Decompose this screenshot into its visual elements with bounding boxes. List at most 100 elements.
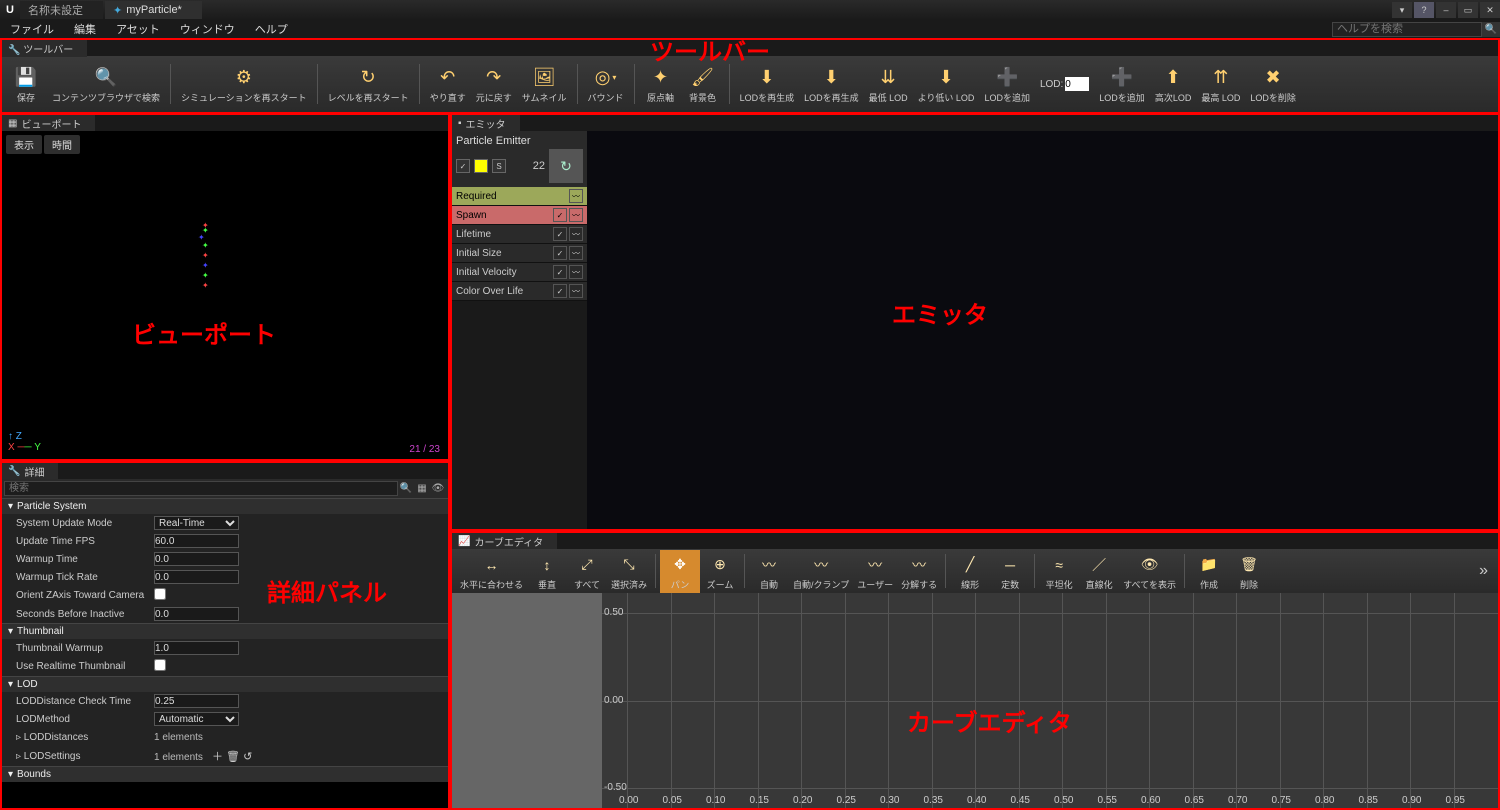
fit-horizontal-button[interactable]: ↔水平に合わせる [456,550,527,593]
property-input[interactable] [154,552,239,566]
lod-field[interactable]: LOD: [1036,75,1093,93]
lowest-lod-button[interactable]: ⇊最低 LOD [865,63,912,106]
curve-icon[interactable]: 〰 [569,265,583,279]
expand-icon[interactable]: » [1473,562,1494,580]
delete-lod-button[interactable]: ✖LODを削除 [1246,63,1300,106]
emitter-module[interactable]: Color Over Life✓〰 [452,282,587,301]
details-category[interactable]: ▾Thumbnail [2,623,448,639]
details-tab[interactable]: 🔧 詳細 [2,463,58,480]
module-toggle[interactable]: ✓ [553,246,567,260]
add-lod2-button[interactable]: ➕LODを追加 [1095,63,1149,106]
restart-level-button[interactable]: ↻レベルを再スタート [324,63,413,106]
fit-vertical-button[interactable]: ↕垂直 [527,550,567,593]
reset-icon[interactable]: ↺ [243,751,252,763]
find-in-cb-button[interactable]: 🔍コンテンツブラウザで検索 [48,63,164,106]
save-button[interactable]: 💾保存 [6,63,46,106]
zoom-button[interactable]: ⊕ズーム [700,550,740,593]
redo-button[interactable]: ↶やり直す [426,63,470,106]
property-select[interactable]: Real-Time [154,516,239,530]
property-checkbox[interactable] [154,588,166,600]
viewport-tab[interactable]: ▦ ビューポート [2,115,95,132]
fit-all-button[interactable]: ⤢すべて [567,550,607,593]
property-checkbox[interactable] [154,659,166,671]
eye-icon[interactable]: 👁 [430,481,446,496]
restart-sim-button[interactable]: ⚙シミュレーションを再スタート [177,63,311,106]
details-category[interactable]: ▾LOD [2,676,448,692]
menu-asset[interactable]: アセット [106,21,170,37]
details-category[interactable]: ▾Bounds [2,766,448,782]
emitter-module[interactable]: Spawn✓〰 [452,206,587,225]
pan-button[interactable]: ✥パン [660,550,700,593]
create-tab-button[interactable]: 📁作成 [1189,550,1229,593]
highest-lod-button[interactable]: ⇈最高 LOD [1197,63,1244,106]
menu-help[interactable]: ヘルプ [245,21,298,37]
break-button[interactable]: 〰分解する [897,550,941,593]
details-category[interactable]: ▾Particle System [2,498,448,514]
bgcolor-button[interactable]: 🖌背景色 [683,63,723,106]
property-input[interactable] [154,694,239,708]
auto-button[interactable]: 〰自動 [749,550,789,593]
emitter-solo-toggle[interactable] [474,159,488,173]
user-button[interactable]: 〰ユーザー [853,550,897,593]
viewport-display-button[interactable]: 表示 [6,135,42,154]
curve-tab[interactable]: 📈 カーブエディタ [452,533,557,550]
close-button[interactable]: ✕ [1480,2,1500,18]
viewport[interactable]: 表示 時間 ✦ ✦ ✦ ✦ ✦ ✦ ✦ ✦ ↑ Z X ── Y [2,131,448,459]
details-search-input[interactable] [4,481,398,496]
maximize-button[interactable]: ▭ [1458,2,1478,18]
straighten-button[interactable]: ／直線化 [1079,550,1119,593]
window-tab[interactable]: 名称未設定 [20,1,103,19]
curve-icon[interactable]: 〰 [569,208,583,222]
add-icon[interactable]: ＋ [212,751,223,763]
curve-icon[interactable]: 〰 [569,227,583,241]
toolbar-tab[interactable]: 🔧 ツールバー [2,40,87,57]
module-toggle[interactable]: ✓ [553,284,567,298]
window-tab[interactable]: ✦myParticle* [105,1,202,19]
curve-grid[interactable]: 0.500.00-0.500.000.050.100.150.200.250.3… [452,593,1498,808]
auto-clamp-button[interactable]: 〰自動/クランプ [789,550,853,593]
flatten-button[interactable]: ≈平坦化 [1039,550,1079,593]
curve-icon[interactable]: 〰 [569,189,583,203]
module-toggle[interactable]: ✓ [553,265,567,279]
property-input[interactable] [154,607,239,621]
filter-icon[interactable]: ▦ [414,481,430,496]
search-icon[interactable]: 🔍 [1482,22,1500,37]
emitter-module[interactable]: Initial Size✓〰 [452,244,587,263]
menu-file[interactable]: ファイル [0,21,64,37]
emitter-enable-toggle[interactable]: ✓ [456,159,470,173]
viewport-time-button[interactable]: 時間 [44,135,80,154]
property-input[interactable] [154,570,239,584]
property-select[interactable]: Automatic [154,712,239,726]
lod-regen-button[interactable]: ⬇LODを再生成 [736,63,799,106]
window-top-button[interactable]: ▾ [1392,2,1412,18]
add-lod-button[interactable]: ➕LODを追加 [980,63,1034,106]
window-help-button[interactable]: ? [1414,2,1434,18]
module-toggle[interactable]: ✓ [553,227,567,241]
trash-icon[interactable]: 🗑 [226,751,240,763]
bounds-button[interactable]: ◎▾バウンド [584,63,628,106]
delete-tab-button[interactable]: 🗑削除 [1229,550,1269,593]
emitter-module[interactable]: Initial Velocity✓〰 [452,263,587,282]
emitter-module[interactable]: Required〰 [452,187,587,206]
minimize-button[interactable]: – [1436,2,1456,18]
module-toggle[interactable]: ✓ [553,208,567,222]
lod-regen2-button[interactable]: ⬇LODを再生成 [800,63,863,106]
fit-selected-button[interactable]: ⤡選択済み [607,550,651,593]
linear-button[interactable]: ╱線形 [950,550,990,593]
search-icon[interactable]: 🔍 [398,481,414,496]
higher-lod-button[interactable]: ⬆高次LOD [1151,63,1196,106]
curve-tracklist[interactable] [452,593,602,808]
emitter-render-toggle[interactable]: S [492,159,506,173]
property-input[interactable] [154,641,239,655]
constant-button[interactable]: ─定数 [990,550,1030,593]
property-input[interactable] [154,534,239,548]
help-search-input[interactable] [1332,22,1482,37]
emitter-module[interactable]: Lifetime✓〰 [452,225,587,244]
origin-axis-button[interactable]: ✦原点軸 [641,63,681,106]
show-all-button[interactable]: 👁すべてを表示 [1119,550,1180,593]
curve-icon[interactable]: 〰 [569,284,583,298]
thumbnail-button[interactable]: 🖼サムネイル [518,63,571,106]
emitter-header[interactable]: Particle Emitter ✓ S 22 ↻ [452,131,587,187]
undo-button[interactable]: ↷元に戻す [472,63,516,106]
menu-window[interactable]: ウィンドウ [170,21,245,37]
